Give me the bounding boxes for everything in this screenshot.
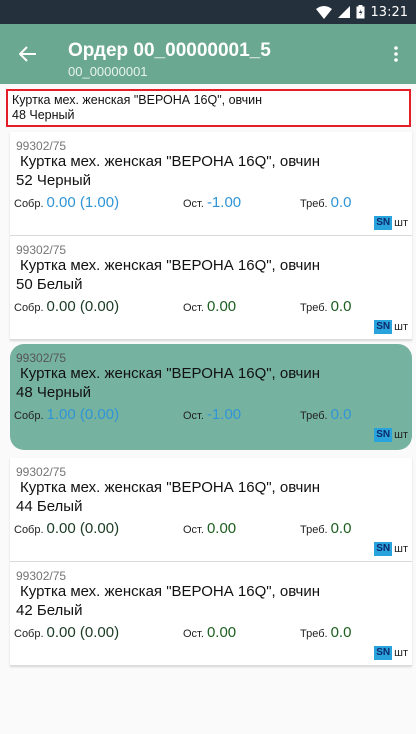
selected-item-box: Куртка мех. женская "ВЕРОНА 16Q", овчин …: [6, 89, 411, 127]
items-list: 99302/75 Куртка мех. женская "ВЕРОНА 16Q…: [10, 132, 412, 666]
required-label: Треб.: [300, 524, 328, 536]
app-bar: Ордер 00_00000001_5 00_00000001: [0, 24, 416, 84]
battery-icon: [356, 5, 365, 19]
unit-indicator: SN шт: [374, 216, 408, 230]
required-label: Треб.: [300, 302, 328, 314]
unit-label: шт: [394, 647, 408, 659]
item-name: Куртка мех. женская "ВЕРОНА 16Q", овчин: [20, 153, 321, 170]
list-item[interactable]: 99302/75 Куртка мех. женская "ВЕРОНА 16Q…: [10, 132, 412, 236]
remaining-label: Ост.: [183, 410, 204, 422]
collected-stat: Собр. 0.00 (0.00): [14, 298, 119, 316]
unit-label: шт: [394, 543, 408, 555]
remaining-label: Ост.: [183, 198, 204, 210]
required-stat: Треб. 0.0: [300, 406, 351, 424]
collected-value: 0.00 (1.00): [46, 194, 120, 211]
item-name: Куртка мех. женская "ВЕРОНА 16Q", овчин: [20, 479, 321, 496]
item-variant: 52 Черный: [16, 172, 91, 189]
collected-stat: Собр. 0.00 (0.00): [14, 520, 119, 538]
unit-indicator: SN шт: [374, 646, 408, 660]
remaining-stat: Ост. 0.00: [183, 520, 236, 538]
list-item[interactable]: 99302/75 Куртка мех. женская "ВЕРОНА 16Q…: [10, 458, 412, 562]
item-variant: 50 Белый: [16, 276, 83, 293]
required-stat: Треб. 0.0: [300, 520, 351, 538]
remaining-label: Ост.: [183, 524, 204, 536]
collected-value: 0.00 (0.00): [46, 520, 120, 537]
item-name: Куртка мех. женская "ВЕРОНА 16Q", овчин: [20, 257, 321, 274]
remaining-label: Ост.: [183, 628, 204, 640]
required-value: 0.0: [330, 406, 352, 423]
selected-item-name: Куртка мех. женская "ВЕРОНА 16Q", овчин: [12, 93, 263, 107]
item-code: 99302/75: [16, 569, 67, 583]
page-subtitle: 00_00000001: [68, 64, 148, 79]
remaining-stat: Ост. 0.00: [183, 624, 236, 642]
signal-icon: [337, 6, 350, 18]
collected-stat: Собр. 0.00 (0.00): [14, 624, 119, 642]
collected-value: 0.00 (0.00): [46, 624, 120, 641]
item-variant: 44 Белый: [16, 498, 83, 515]
required-stat: Треб. 0.0: [300, 194, 351, 212]
required-value: 0.0: [330, 624, 352, 641]
remaining-value: 0.00: [206, 624, 237, 641]
sn-badge: SN: [374, 216, 393, 230]
sn-badge: SN: [374, 542, 393, 556]
wifi-icon: [315, 5, 332, 19]
sn-badge: SN: [374, 428, 393, 442]
unit-label: шт: [394, 217, 408, 229]
remaining-label: Ост.: [183, 302, 204, 314]
list-item[interactable]: 99302/75 Куртка мех. женская "ВЕРОНА 16Q…: [10, 344, 412, 450]
unit-label: шт: [394, 321, 408, 333]
unit-label: шт: [394, 429, 408, 441]
collected-label: Собр.: [14, 198, 44, 210]
item-code: 99302/75: [16, 351, 67, 365]
selected-item-variant: 48 Черный: [12, 108, 75, 122]
collected-value: 1.00 (0.00): [46, 406, 120, 423]
required-value: 0.0: [330, 520, 352, 537]
required-value: 0.0: [330, 194, 352, 211]
required-label: Треб.: [300, 410, 328, 422]
sn-badge: SN: [374, 646, 393, 660]
required-value: 0.0: [330, 298, 352, 315]
status-bar: 13:21: [0, 0, 416, 24]
collected-value: 0.00 (0.00): [46, 298, 120, 315]
collected-stat: Собр. 1.00 (0.00): [14, 406, 119, 424]
unit-indicator: SN шт: [374, 428, 408, 442]
remaining-value: 0.00: [206, 520, 237, 537]
item-name: Куртка мех. женская "ВЕРОНА 16Q", овчин: [20, 583, 321, 600]
remaining-stat: Ост. -1.00: [183, 194, 241, 212]
collected-label: Собр.: [14, 302, 44, 314]
item-code: 99302/75: [16, 139, 67, 153]
unit-indicator: SN шт: [374, 542, 408, 556]
item-variant: 48 Черный: [16, 384, 91, 401]
remaining-value: -1.00: [206, 194, 242, 211]
page-title: Ордер 00_00000001_5: [68, 40, 271, 61]
item-code: 99302/75: [16, 243, 67, 257]
list-item[interactable]: 99302/75 Куртка мех. женская "ВЕРОНА 16Q…: [10, 236, 412, 340]
item-code: 99302/75: [16, 465, 67, 479]
status-icons: 13:21: [315, 4, 408, 20]
back-arrow-icon[interactable]: [10, 36, 46, 72]
required-stat: Треб. 0.0: [300, 624, 351, 642]
remaining-value: 0.00: [206, 298, 237, 315]
collected-label: Собр.: [14, 628, 44, 640]
required-label: Треб.: [300, 198, 328, 210]
required-label: Треб.: [300, 628, 328, 640]
clock: 13:21: [370, 4, 408, 20]
item-name: Куртка мех. женская "ВЕРОНА 16Q", овчин: [20, 365, 321, 382]
collected-label: Собр.: [14, 524, 44, 536]
collected-stat: Собр. 0.00 (1.00): [14, 194, 119, 212]
remaining-stat: Ост. 0.00: [183, 298, 236, 316]
required-stat: Треб. 0.0: [300, 298, 351, 316]
unit-indicator: SN шт: [374, 320, 408, 334]
more-vert-icon[interactable]: [382, 36, 410, 72]
remaining-stat: Ост. -1.00: [183, 406, 241, 424]
sn-badge: SN: [374, 320, 393, 334]
remaining-value: -1.00: [206, 406, 242, 423]
list-item[interactable]: 99302/75 Куртка мех. женская "ВЕРОНА 16Q…: [10, 562, 412, 666]
collected-label: Собр.: [14, 410, 44, 422]
item-variant: 42 Белый: [16, 602, 83, 619]
